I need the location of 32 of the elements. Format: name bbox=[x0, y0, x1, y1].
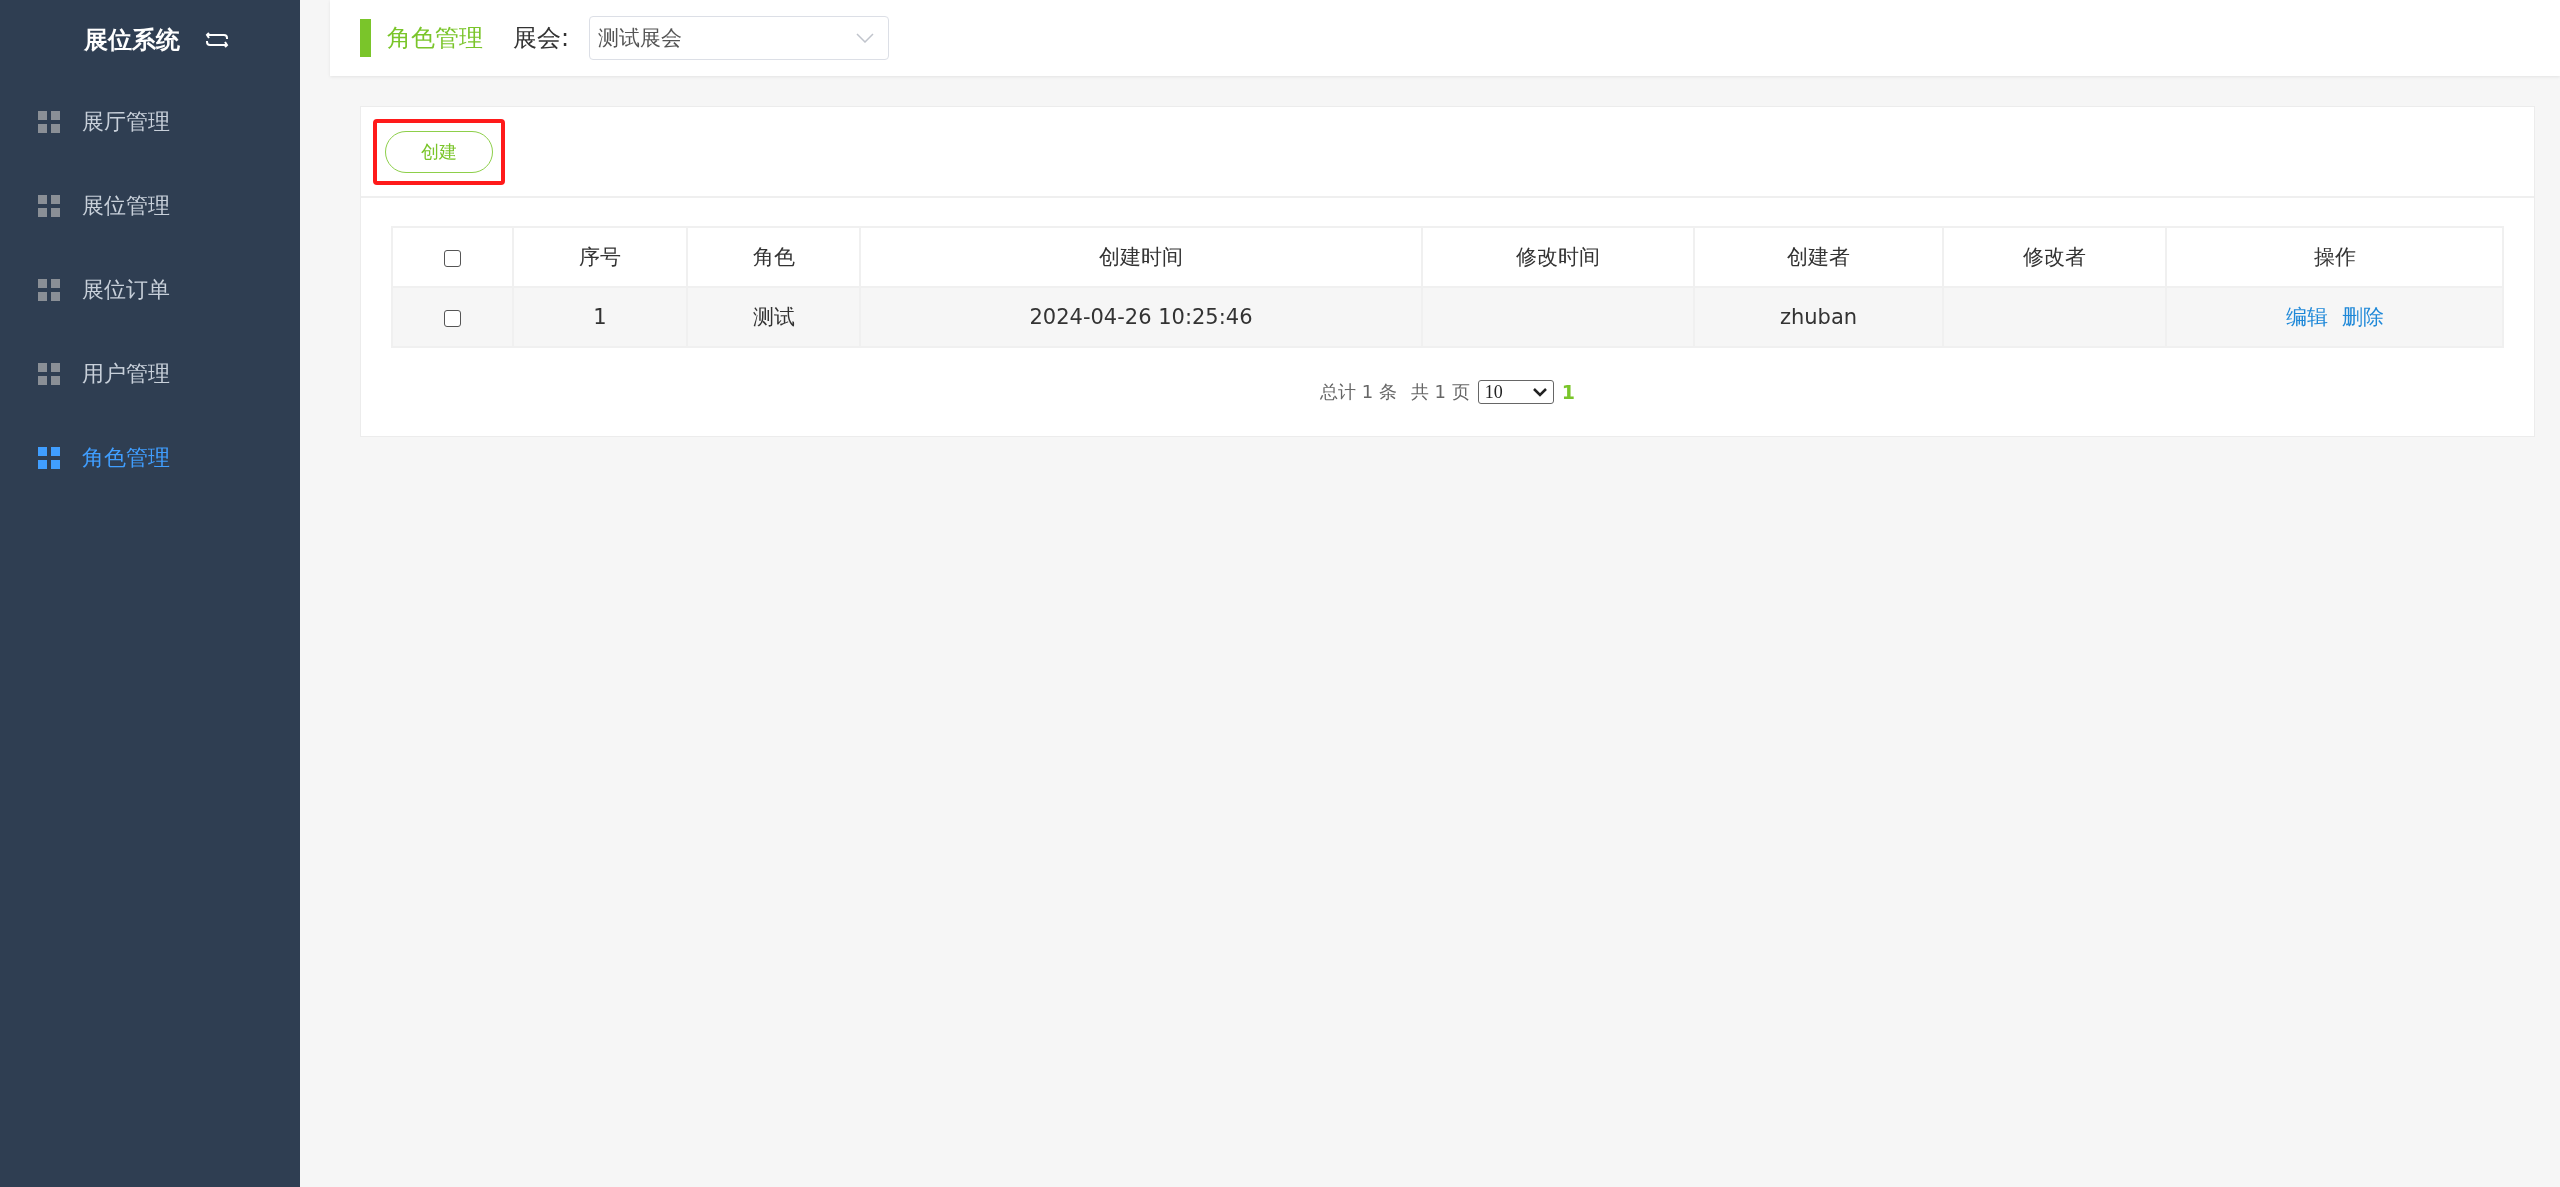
grid-icon bbox=[38, 111, 60, 133]
exhibition-label: 展会: bbox=[513, 23, 570, 54]
table-cell: 2024-04-26 10:25:46 bbox=[1029, 305, 1253, 329]
page-size-select[interactable]: 10 bbox=[1477, 380, 1554, 404]
grid-icon bbox=[38, 279, 60, 301]
action-link[interactable]: 删除 bbox=[2341, 303, 2384, 331]
select-all-checkbox[interactable] bbox=[444, 249, 461, 267]
page-title: 角色管理 bbox=[387, 23, 483, 54]
sidebar-item[interactable]: 展位管理 bbox=[0, 164, 300, 248]
page-count: 共 1 页 bbox=[1410, 380, 1470, 404]
column-header: 创建者 bbox=[1694, 227, 1943, 287]
sidebar-item[interactable]: 角色管理 bbox=[0, 416, 300, 500]
table-cell: zhuban bbox=[1779, 305, 1858, 329]
total-count: 总计 1 条 bbox=[1319, 380, 1397, 404]
chevron-down-icon bbox=[856, 33, 875, 43]
grid-icon bbox=[38, 447, 60, 469]
sidebar-item[interactable]: 用户管理 bbox=[0, 332, 300, 416]
column-header: 创建时间 bbox=[860, 227, 1422, 287]
accent-bar bbox=[360, 19, 371, 57]
action-link[interactable]: 编辑 bbox=[2285, 303, 2328, 331]
grid-icon bbox=[38, 363, 60, 385]
exhibition-select[interactable]: 测试展会 bbox=[589, 16, 890, 60]
grid-icon bbox=[38, 195, 60, 217]
table-cell: 1 bbox=[593, 305, 607, 329]
column-header: 修改时间 bbox=[1422, 227, 1694, 287]
column-header: 操作 bbox=[2166, 227, 2503, 287]
table-cell: 测试 bbox=[752, 305, 795, 329]
chevron-down-icon bbox=[1532, 387, 1547, 397]
app-title: 展位系统 bbox=[84, 25, 180, 56]
sidebar-item[interactable]: 展厅管理 bbox=[0, 80, 300, 164]
sidebar-item[interactable]: 展位订单 bbox=[0, 248, 300, 332]
row-checkbox[interactable] bbox=[444, 309, 461, 327]
